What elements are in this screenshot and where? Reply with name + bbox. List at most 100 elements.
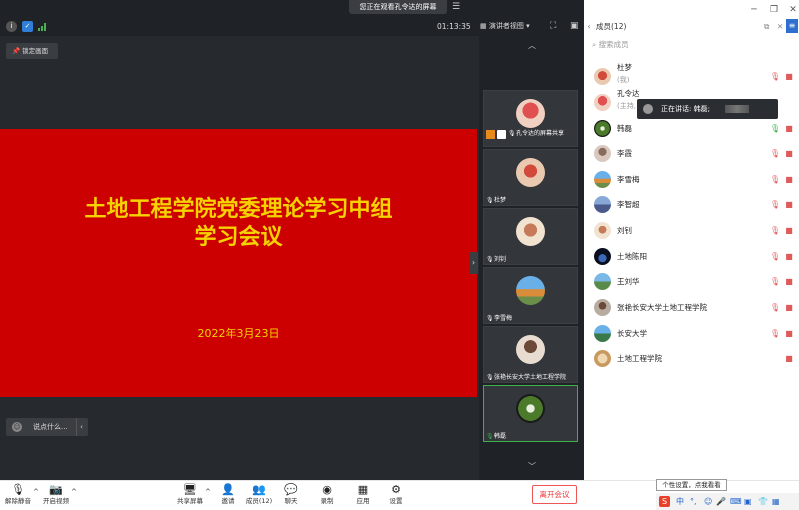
- start-video-button[interactable]: 📷 开启视频: [42, 483, 70, 509]
- emoji-icon[interactable]: ☺: [704, 493, 712, 510]
- chevron-up-icon[interactable]: ^: [205, 488, 213, 496]
- member-row[interactable]: 土地陈阳 🎙 ■: [592, 246, 797, 268]
- sogou-icon[interactable]: S: [659, 496, 670, 507]
- gear-icon: ⚙: [391, 483, 401, 496]
- skin-icon[interactable]: 👕: [758, 493, 768, 510]
- members-label: 成员(12): [245, 497, 273, 505]
- chat-button[interactable]: 💬 聊天: [279, 483, 303, 509]
- member-row[interactable]: 李霞 🎙 ■: [592, 143, 797, 165]
- grid-icon[interactable]: ▦: [772, 493, 780, 510]
- lock-screen-button[interactable]: 📌 锁定画面: [6, 43, 58, 59]
- member-row[interactable]: 王刘华 🎙 ■: [592, 271, 797, 293]
- punctuation-icon[interactable]: °,: [690, 493, 697, 510]
- pin-icon: 📌: [12, 47, 23, 55]
- member-row[interactable]: 李智超 🎙 ■: [592, 194, 797, 216]
- mic-muted-icon[interactable]: 🎙: [770, 276, 780, 288]
- member-name: 孔令达: [617, 89, 640, 98]
- mic-muted-icon[interactable]: 🎙: [770, 302, 780, 314]
- collapse-strip-button[interactable]: ›: [469, 252, 478, 274]
- chevron-up-icon[interactable]: ^: [71, 488, 79, 496]
- video-tile[interactable]: 🎙张艳长安大学土地工程学院: [483, 326, 578, 383]
- member-row[interactable]: 刘钊 🎙 ■: [592, 220, 797, 242]
- menu-icon[interactable]: ☰: [452, 2, 464, 12]
- chevron-left-icon[interactable]: ‹: [584, 18, 594, 35]
- unmute-button[interactable]: 🎙 解除静音: [4, 483, 32, 509]
- camera-off-icon[interactable]: ■: [784, 148, 794, 160]
- record-button[interactable]: ◉ 录制: [315, 483, 339, 509]
- camera-off-icon[interactable]: ■: [784, 123, 794, 135]
- mic-muted-icon[interactable]: 🎙: [770, 174, 780, 186]
- popout-icon[interactable]: ⧉: [764, 18, 774, 35]
- signal-icon[interactable]: [38, 22, 48, 31]
- restore-icon[interactable]: ❐: [767, 4, 781, 16]
- camera-off-icon[interactable]: ■: [784, 251, 794, 263]
- mic-muted-icon[interactable]: 🎙: [770, 199, 780, 211]
- camera-off-icon[interactable]: ■: [784, 71, 794, 83]
- members-icon: 👥: [252, 483, 266, 496]
- chevron-down-icon[interactable]: ﹀: [518, 461, 546, 473]
- video-tile-active[interactable]: 🎙韩磊: [483, 385, 578, 442]
- mic-active-icon[interactable]: 🎙: [770, 123, 780, 135]
- member-row[interactable]: 杜梦 (我) 🎙 ■: [592, 63, 797, 88]
- camera-off-icon[interactable]: ■: [784, 276, 794, 288]
- shield-icon[interactable]: ✓: [22, 21, 33, 32]
- member-row[interactable]: 长安大学 🎙 ■: [592, 323, 797, 345]
- meeting-timer: 01:13:35: [437, 22, 471, 31]
- tile-name: 杜梦: [494, 197, 507, 204]
- chat-input[interactable]: ☺ 说点什么... ‹: [6, 418, 88, 436]
- mic-muted-icon[interactable]: 🎙: [770, 71, 780, 83]
- ime-lang[interactable]: 中: [676, 493, 684, 510]
- shared-slide: 土地工程学院党委理论学习中组 学习会议 2022年3月23日: [0, 129, 477, 397]
- mic-muted-icon: 🎙: [486, 374, 494, 381]
- chevron-up-icon[interactable]: ︿: [518, 40, 546, 52]
- minimize-icon[interactable]: ─: [747, 4, 761, 16]
- close-icon[interactable]: ✕: [786, 4, 799, 16]
- members-button[interactable]: 👥 成员(12): [245, 483, 273, 509]
- member-name: 土地陈阳: [617, 252, 647, 261]
- emoji-icon[interactable]: ☺: [12, 422, 22, 432]
- chevron-left-icon[interactable]: ‹: [76, 418, 86, 436]
- video-tile[interactable]: 🎙刘钊: [483, 208, 578, 265]
- camera-off-icon[interactable]: ■: [784, 328, 794, 340]
- mic-muted-icon[interactable]: 🎙: [770, 251, 780, 263]
- member-role: (我): [617, 76, 630, 84]
- menu-icon[interactable]: ≡: [786, 19, 798, 33]
- share-icon: [486, 130, 495, 139]
- settings-button[interactable]: ⚙ 设置: [384, 483, 408, 509]
- share-screen-button[interactable]: 🖥 共享屏幕: [176, 483, 204, 509]
- chevron-up-icon[interactable]: ^: [33, 488, 41, 496]
- voice-icon[interactable]: 🎤: [716, 493, 726, 510]
- member-search-input[interactable]: ⌕ 搜索成员: [592, 38, 787, 52]
- member-name: 李雪梅: [617, 175, 640, 184]
- camera-off-icon[interactable]: ■: [784, 199, 794, 211]
- keyboard-icon[interactable]: ⌨: [730, 493, 742, 510]
- apps-button[interactable]: ▦ 应用: [351, 483, 375, 509]
- member-row[interactable]: 张艳长安大学土地工程学院 🎙 ■: [592, 297, 797, 319]
- mic-muted-icon[interactable]: 🎙: [770, 328, 780, 340]
- camera-off-icon[interactable]: ■: [784, 302, 794, 314]
- ime-toolbar[interactable]: S 中 °, ☺ 🎤 ⌨ ▣ 👕 ▦: [656, 493, 799, 510]
- toolbox-icon[interactable]: ▣: [744, 493, 752, 510]
- fullscreen-icon[interactable]: ⛶: [550, 20, 562, 32]
- mic-muted-icon[interactable]: 🎙: [770, 225, 780, 237]
- member-row[interactable]: 李雪梅 🎙 ■: [592, 169, 797, 191]
- info-icon[interactable]: i: [6, 21, 17, 32]
- video-tile[interactable]: 🎙孔令达的屏幕共享: [483, 90, 578, 147]
- ime-tooltip: 个性设置，点我看看: [656, 479, 727, 491]
- mic-muted-icon[interactable]: 🎙: [770, 148, 780, 160]
- member-row[interactable]: 土地工程学院 ■: [592, 348, 797, 370]
- view-mode-button[interactable]: ▦ 演讲者视图 ▾: [480, 19, 542, 33]
- member-row[interactable]: 韩磊 🎙 ■: [592, 118, 797, 140]
- invite-button[interactable]: 👤 邀请: [216, 483, 240, 509]
- leave-meeting-button[interactable]: 离开会议: [532, 485, 577, 504]
- screen-icon: [497, 130, 506, 139]
- camera-off-icon[interactable]: ■: [784, 225, 794, 237]
- video-tile[interactable]: 🎙李雪梅: [483, 267, 578, 324]
- video-tile[interactable]: 🎙杜梦: [483, 149, 578, 206]
- layout-icon[interactable]: ▣: [570, 20, 582, 32]
- view-mode-label: 演讲者视图: [488, 22, 524, 30]
- camera-off-icon: 📷: [49, 483, 63, 496]
- camera-off-icon[interactable]: ■: [784, 174, 794, 186]
- camera-off-icon[interactable]: ■: [784, 353, 794, 365]
- slide-title-line1: 土地工程学院党委理论学习中组: [84, 196, 393, 222]
